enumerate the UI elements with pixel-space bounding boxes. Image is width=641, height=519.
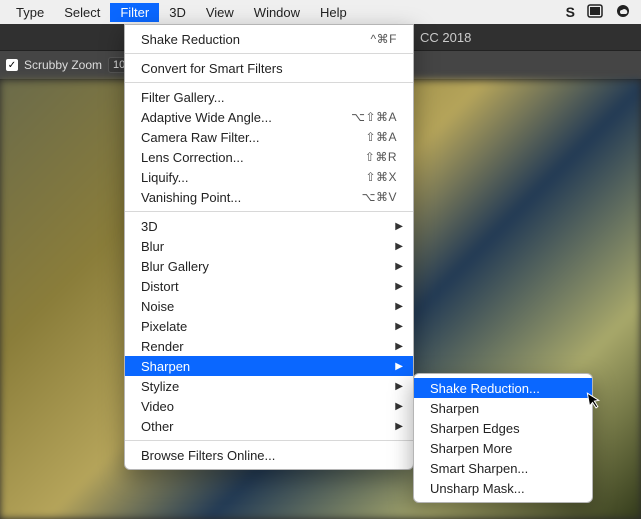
- menuitem-vanishing-point[interactable]: Vanishing Point... ⌥⌘V: [125, 187, 413, 207]
- menuitem-blur[interactable]: Blur ▶: [125, 236, 413, 256]
- scrubby-zoom-checkbox[interactable]: ✓: [6, 59, 18, 71]
- menu-separator: [125, 440, 413, 441]
- menuitem-adaptive-wide-angle[interactable]: Adaptive Wide Angle... ⌥⇧⌘A: [125, 107, 413, 127]
- menuitem-pixelate[interactable]: Pixelate ▶: [125, 316, 413, 336]
- menuitem-filter-gallery[interactable]: Filter Gallery...: [125, 87, 413, 107]
- window-layout-icon[interactable]: [587, 3, 603, 22]
- menu-type[interactable]: Type: [6, 3, 54, 22]
- menu-separator: [125, 211, 413, 212]
- creative-cloud-icon[interactable]: [615, 3, 631, 22]
- submenu-sharpen-more[interactable]: Sharpen More: [414, 438, 592, 458]
- status-s-icon[interactable]: S: [566, 4, 575, 20]
- menuitem-shortcut: ⇧⌘X: [365, 170, 397, 184]
- menuitem-label: Render: [141, 339, 184, 354]
- filter-menu-dropdown: Shake Reduction ^⌘F Convert for Smart Fi…: [124, 24, 414, 470]
- submenu-arrow-icon: ▶: [395, 421, 403, 432]
- menu-window[interactable]: Window: [244, 3, 310, 22]
- menuitem-shortcut: ⇧⌘A: [365, 130, 397, 144]
- submenu-arrow-icon: ▶: [395, 361, 403, 372]
- menuitem-label: 3D: [141, 219, 158, 234]
- menuitem-label: Smart Sharpen...: [430, 461, 528, 476]
- submenu-arrow-icon: ▶: [395, 281, 403, 292]
- menuitem-label: Sharpen: [430, 401, 479, 416]
- menuitem-shake-reduction[interactable]: Shake Reduction ^⌘F: [125, 29, 413, 49]
- submenu-arrow-icon: ▶: [395, 261, 403, 272]
- submenu-arrow-icon: ▶: [395, 301, 403, 312]
- submenu-arrow-icon: ▶: [395, 221, 403, 232]
- menuitem-label: Vanishing Point...: [141, 190, 241, 205]
- menuitem-label: Distort: [141, 279, 179, 294]
- menuitem-label: Sharpen: [141, 359, 190, 374]
- menuitem-other[interactable]: Other ▶: [125, 416, 413, 436]
- menu-3d[interactable]: 3D: [159, 3, 196, 22]
- submenu-sharpen-edges[interactable]: Sharpen Edges: [414, 418, 592, 438]
- menubar-status-icons: S: [566, 3, 635, 22]
- menuitem-label: Camera Raw Filter...: [141, 130, 259, 145]
- menuitem-label: Convert for Smart Filters: [141, 61, 283, 76]
- submenu-arrow-icon: ▶: [395, 321, 403, 332]
- menuitem-camera-raw-filter[interactable]: Camera Raw Filter... ⇧⌘A: [125, 127, 413, 147]
- submenu-arrow-icon: ▶: [395, 381, 403, 392]
- menuitem-label: Lens Correction...: [141, 150, 244, 165]
- menu-separator: [125, 82, 413, 83]
- menuitem-shortcut: ⌥⇧⌘A: [351, 110, 397, 124]
- menuitem-shortcut: ⌥⌘V: [362, 190, 397, 204]
- scrubby-zoom-label: Scrubby Zoom: [24, 58, 102, 72]
- submenu-arrow-icon: ▶: [395, 401, 403, 412]
- menuitem-label: Shake Reduction...: [430, 381, 540, 396]
- menu-separator: [125, 53, 413, 54]
- submenu-arrow-icon: ▶: [395, 341, 403, 352]
- menuitem-shortcut: ^⌘F: [371, 32, 397, 46]
- menuitem-label: Noise: [141, 299, 174, 314]
- menuitem-label: Unsharp Mask...: [430, 481, 525, 496]
- menuitem-label: Liquify...: [141, 170, 188, 185]
- menuitem-stylize[interactable]: Stylize ▶: [125, 376, 413, 396]
- menuitem-label: Blur Gallery: [141, 259, 209, 274]
- menu-select[interactable]: Select: [54, 3, 110, 22]
- menuitem-label: Filter Gallery...: [141, 90, 225, 105]
- submenu-smart-sharpen[interactable]: Smart Sharpen...: [414, 458, 592, 478]
- menuitem-label: Video: [141, 399, 174, 414]
- menuitem-browse-filters-online[interactable]: Browse Filters Online...: [125, 445, 413, 465]
- menubar: Type Select Filter 3D View Window Help S: [0, 0, 641, 24]
- menuitem-label: Sharpen More: [430, 441, 512, 456]
- menuitem-label: Pixelate: [141, 319, 187, 334]
- menuitem-label: Stylize: [141, 379, 179, 394]
- menuitem-distort[interactable]: Distort ▶: [125, 276, 413, 296]
- menuitem-render[interactable]: Render ▶: [125, 336, 413, 356]
- menuitem-label: Other: [141, 419, 174, 434]
- menuitem-label: Browse Filters Online...: [141, 448, 275, 463]
- menu-filter[interactable]: Filter: [110, 3, 159, 22]
- app-version-label: CC 2018: [420, 30, 471, 45]
- menuitem-blur-gallery[interactable]: Blur Gallery ▶: [125, 256, 413, 276]
- submenu-shake-reduction[interactable]: Shake Reduction...: [414, 378, 592, 398]
- sharpen-submenu: Shake Reduction... Sharpen Sharpen Edges…: [413, 373, 593, 503]
- menu-view[interactable]: View: [196, 3, 244, 22]
- menuitem-liquify[interactable]: Liquify... ⇧⌘X: [125, 167, 413, 187]
- submenu-unsharp-mask[interactable]: Unsharp Mask...: [414, 478, 592, 498]
- menuitem-video[interactable]: Video ▶: [125, 396, 413, 416]
- submenu-arrow-icon: ▶: [395, 241, 403, 252]
- menuitem-sharpen[interactable]: Sharpen ▶: [125, 356, 413, 376]
- menuitem-label: Shake Reduction: [141, 32, 240, 47]
- menuitem-shortcut: ⇧⌘R: [365, 150, 397, 164]
- menuitem-label: Adaptive Wide Angle...: [141, 110, 272, 125]
- menuitem-3d[interactable]: 3D ▶: [125, 216, 413, 236]
- menuitem-lens-correction[interactable]: Lens Correction... ⇧⌘R: [125, 147, 413, 167]
- submenu-sharpen[interactable]: Sharpen: [414, 398, 592, 418]
- menuitem-label: Blur: [141, 239, 164, 254]
- menuitem-label: Sharpen Edges: [430, 421, 520, 436]
- menuitem-noise[interactable]: Noise ▶: [125, 296, 413, 316]
- menuitem-convert-smart-filters[interactable]: Convert for Smart Filters: [125, 58, 413, 78]
- menu-help[interactable]: Help: [310, 3, 357, 22]
